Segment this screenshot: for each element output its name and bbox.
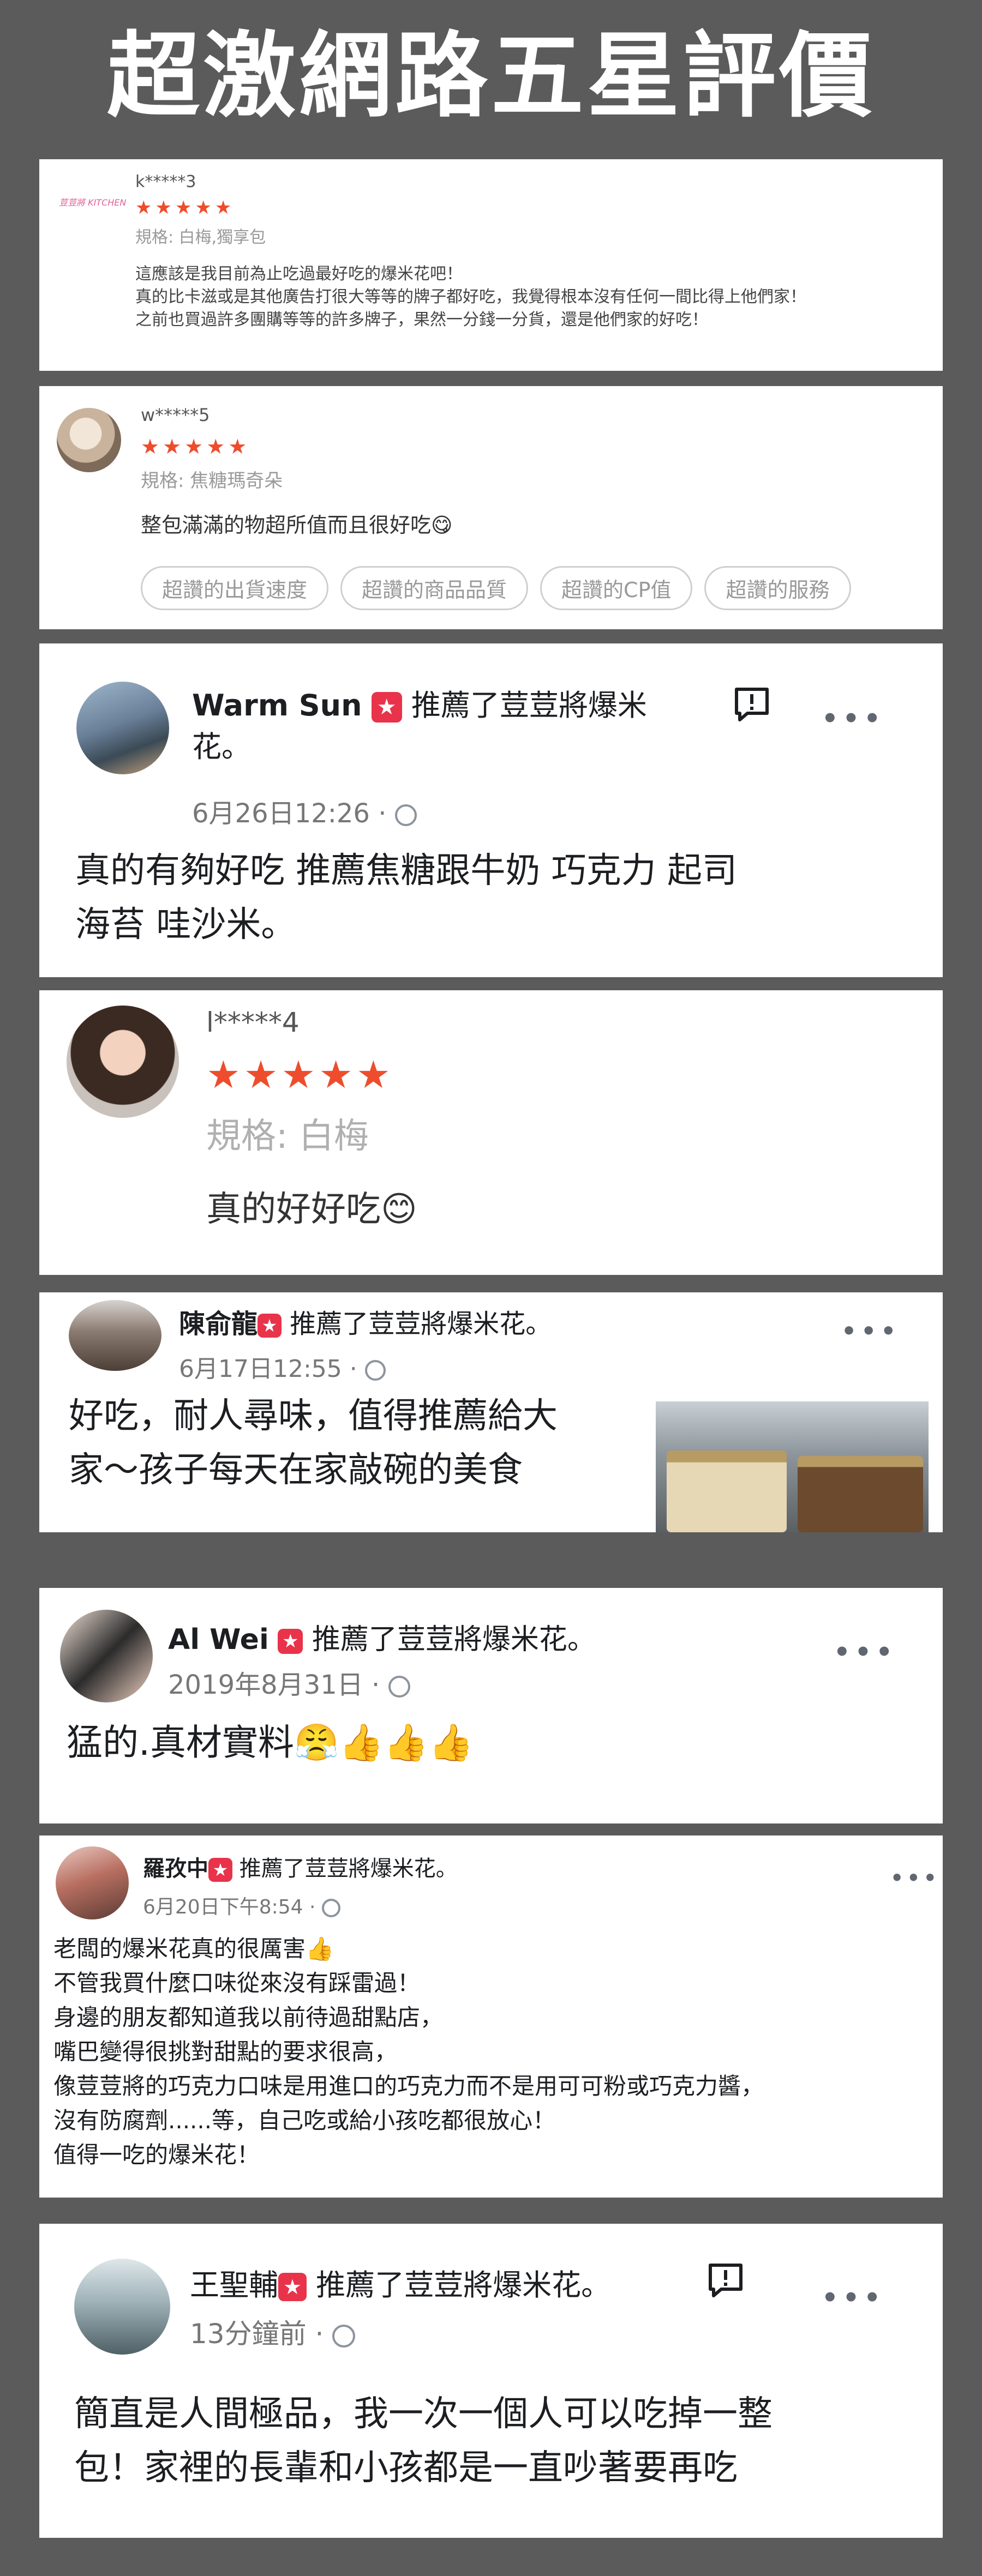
post-date: 6月26日12:26 · bbox=[192, 792, 417, 830]
author-name[interactable]: 陳俞龍 bbox=[179, 1309, 258, 1339]
post-header: Al Wei 推薦了荳荳將爆米花。 bbox=[168, 1616, 596, 1657]
avatar bbox=[57, 408, 121, 472]
recommend-badge-icon bbox=[278, 2273, 307, 2302]
tag-cp-value: 超讚的CP值 bbox=[540, 566, 693, 610]
review-card-6: Al Wei 推薦了荳荳將爆米花。 2019年8月31日 · ••• 猛的.真材… bbox=[39, 1588, 943, 1823]
post-date: 6月17日12:55 · bbox=[179, 1349, 386, 1384]
date-text[interactable]: 6月26日12:26 · bbox=[192, 798, 395, 829]
recommend-badge-icon bbox=[371, 692, 402, 723]
date-text[interactable]: 2019年8月31日 · bbox=[168, 1670, 388, 1700]
post-header: 陳俞龍 推薦了荳荳將爆米花。 bbox=[179, 1302, 552, 1340]
rating-stars: ★★★★★ bbox=[206, 1052, 394, 1097]
reviewer-name: l*****4 bbox=[206, 1007, 300, 1038]
post-header: 王聖輔 推薦了荳荳將爆米花。 bbox=[190, 2261, 610, 2304]
shop-logo: 荳荳將 KITCHEN bbox=[59, 197, 127, 208]
author-name[interactable]: 王聖輔 bbox=[190, 2268, 278, 2302]
globe-icon bbox=[388, 1676, 410, 1698]
comment-icon[interactable] bbox=[732, 685, 771, 724]
post-header: Warm Sun 推薦了荳荳將爆米 花。 bbox=[192, 685, 716, 767]
more-options-icon[interactable]: ••• bbox=[834, 1637, 897, 1668]
recommend-text: 推薦了荳荳將爆米 bbox=[411, 688, 647, 723]
post-text: 好吃，耐人尋味，值得推薦給大 家～孩子每天在家敲碗的美食 bbox=[69, 1396, 558, 1491]
product-spec: 規格: 焦糖瑪奇朵 bbox=[141, 470, 283, 492]
review-text: 真的好好吃😊 bbox=[206, 1189, 417, 1230]
avatar bbox=[56, 1846, 129, 1919]
review-card-4: l*****4 ★★★★★ 規格: 白梅 真的好好吃😊 bbox=[39, 990, 943, 1275]
reviewer-name: w*****5 bbox=[141, 405, 210, 425]
globe-icon bbox=[332, 2324, 356, 2348]
post-text: 簡直是人間極品，我一次一個人可以吃掉一整 包！家裡的長輩和小孩都是一直吵著要再吃 bbox=[74, 2394, 773, 2489]
post-date: 2019年8月31日 · bbox=[168, 1663, 410, 1701]
review-card-1: 荳荳將 KITCHEN k*****3 ★★★★★ 規格: 白梅,獨享包 這應該… bbox=[39, 159, 943, 371]
more-options-icon[interactable]: ••• bbox=[890, 1866, 940, 1890]
tag-service: 超讚的服務 bbox=[704, 566, 851, 610]
globe-icon bbox=[394, 804, 417, 826]
review-card-3: Warm Sun 推薦了荳荳將爆米 花。 6月26日12:26 · ••• 真的… bbox=[39, 643, 943, 977]
date-text[interactable]: 13分鐘前 · bbox=[190, 2318, 332, 2350]
more-options-icon[interactable]: ••• bbox=[841, 1317, 900, 1345]
product-photo bbox=[656, 1401, 929, 1532]
reviewer-name: k*****3 bbox=[135, 172, 196, 191]
author-name[interactable]: 羅孜中 bbox=[143, 1856, 208, 1881]
recommend-text: 推薦了荳荳將爆米花。 bbox=[290, 1309, 552, 1339]
globe-icon bbox=[364, 1360, 386, 1381]
product-spec: 規格: 白梅,獨享包 bbox=[135, 228, 266, 247]
author-name[interactable]: Warm Sun bbox=[192, 688, 362, 723]
recommend-badge-icon bbox=[208, 1858, 232, 1882]
date-text[interactable]: 6月17日12:55 · bbox=[179, 1355, 365, 1383]
post-date: 6月20日下午8:54 · bbox=[143, 1891, 340, 1919]
tag-quality: 超讚的商品品質 bbox=[340, 566, 529, 610]
review-card-7: 羅孜中 推薦了荳荳將爆米花。 6月20日下午8:54 · ••• 老闆的爆米花真… bbox=[39, 1835, 943, 2198]
post-date: 13分鐘前 · bbox=[190, 2312, 356, 2351]
recommend-text-cont: 花。 bbox=[192, 729, 251, 764]
avatar bbox=[76, 682, 169, 774]
post-text: 真的有夠好吃 推薦焦糖跟牛奶 巧克力 起司 海苔 哇沙米。 bbox=[75, 851, 738, 946]
avatar bbox=[60, 1610, 153, 1702]
recommend-badge-icon bbox=[278, 1629, 303, 1654]
more-options-icon[interactable]: ••• bbox=[822, 703, 885, 734]
recommend-text: 推薦了荳荳將爆米花。 bbox=[312, 1623, 596, 1656]
post-text: 老闆的爆米花真的很厲害👍 不管我買什麼口味從來沒有踩雷過！ 身邊的朋友都知道我以… bbox=[53, 1935, 764, 2168]
review-tags: 超讚的出貨速度 超讚的商品品質 超讚的CP值 超讚的服務 bbox=[141, 566, 863, 610]
avatar bbox=[74, 2259, 170, 2355]
globe-icon bbox=[321, 1899, 340, 1917]
popcorn-jar-1 bbox=[667, 1450, 787, 1532]
comment-icon[interactable] bbox=[706, 2261, 745, 2300]
date-text[interactable]: 6月20日下午8:54 · bbox=[143, 1896, 322, 1918]
post-text: 猛的.真材實料😤👍👍👍 bbox=[67, 1722, 474, 1764]
rating-stars: ★★★★★ bbox=[135, 197, 235, 219]
rating-stars: ★★★★★ bbox=[141, 435, 250, 459]
recommend-text: 推薦了荳荳將爆米花。 bbox=[239, 1856, 458, 1881]
recommend-badge-icon bbox=[258, 1314, 282, 1338]
review-card-5: 陳俞龍 推薦了荳荳將爆米花。 6月17日12:55 · ••• 好吃，耐人尋味，… bbox=[39, 1292, 943, 1532]
avatar bbox=[69, 1300, 161, 1371]
more-options-icon[interactable]: ••• bbox=[822, 2283, 885, 2313]
post-header: 羅孜中 推薦了荳荳將爆米花。 bbox=[143, 1851, 458, 1882]
review-card-8: 王聖輔 推薦了荳荳將爆米花。 13分鐘前 · ••• 簡直是人間極品，我一次一個… bbox=[39, 2224, 943, 2538]
review-card-2: w*****5 ★★★★★ 規格: 焦糖瑪奇朵 整包滿滿的物超所值而且很好吃😋 … bbox=[39, 386, 943, 629]
avatar bbox=[67, 1006, 179, 1118]
product-spec: 規格: 白梅 bbox=[206, 1116, 369, 1157]
page-title: 超激網路五星評價 bbox=[106, 22, 875, 130]
review-text: 這應該是我目前為止吃過最好吃的爆米花吧！ 真的比卡滋或是其他廣告打很大等等的牌子… bbox=[135, 264, 806, 329]
tag-shipping: 超讚的出貨速度 bbox=[141, 566, 329, 610]
author-name[interactable]: Al Wei bbox=[168, 1623, 269, 1656]
review-text: 整包滿滿的物超所值而且很好吃😋 bbox=[141, 513, 453, 537]
recommend-text: 推薦了荳荳將爆米花。 bbox=[316, 2268, 611, 2302]
popcorn-jar-2 bbox=[798, 1456, 923, 1532]
